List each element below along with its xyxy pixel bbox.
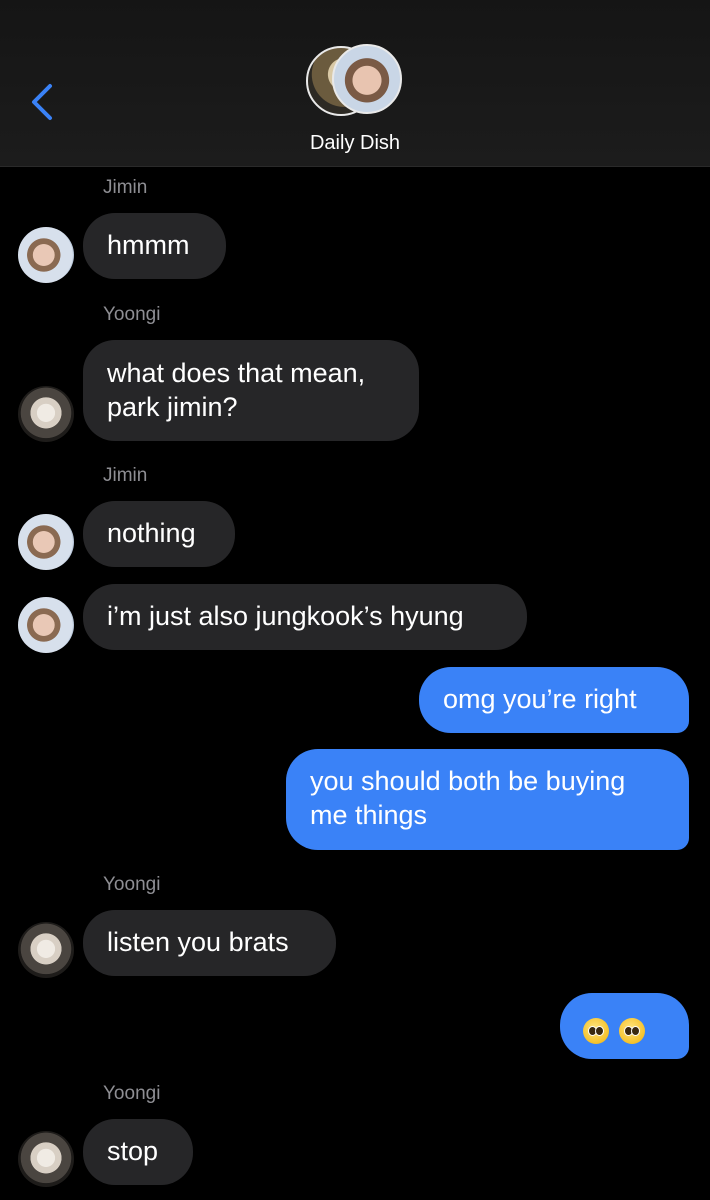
sender-name: Jimin — [103, 465, 148, 486]
message-bubble-incoming[interactable]: hmmm — [83, 213, 226, 279]
group-avatar-stack[interactable] — [306, 44, 406, 118]
avatar-yoongi[interactable] — [18, 922, 74, 978]
avatar-jimin[interactable] — [18, 227, 74, 283]
chevron-left-icon[interactable] — [28, 82, 58, 122]
pleading-face-emoji-icon — [619, 1017, 645, 1044]
avatar-yoongi[interactable] — [18, 1131, 74, 1187]
avatar-jimin[interactable] — [18, 597, 74, 653]
sender-name: Yoongi — [103, 1083, 161, 1104]
sender-name: Yoongi — [103, 304, 161, 325]
pleading-face-emoji-icon — [583, 1017, 609, 1044]
avatar-yoongi[interactable] — [18, 386, 74, 442]
message-bubble-outgoing[interactable]: you should both be buying me things — [286, 749, 689, 850]
group-avatar-front — [332, 44, 402, 114]
message-bubble-outgoing[interactable] — [560, 993, 689, 1059]
message-bubble-outgoing[interactable]: omg you’re right — [419, 667, 689, 733]
message-bubble-incoming[interactable]: nothing — [83, 501, 235, 567]
message-bubble-incoming[interactable]: listen you brats — [83, 910, 336, 976]
group-name[interactable]: Daily Dish — [0, 132, 710, 155]
conversation-header: Daily Dish — [0, 0, 710, 167]
sender-name: Jimin — [103, 177, 148, 198]
message-bubble-incoming[interactable]: i’m just also jungkook’s hyung — [83, 584, 527, 650]
message-bubble-incoming[interactable]: stop — [83, 1119, 193, 1185]
avatar-jimin[interactable] — [18, 514, 74, 570]
sender-name: Yoongi — [103, 874, 161, 895]
message-bubble-incoming[interactable]: what does that mean, park jimin? — [83, 340, 419, 441]
